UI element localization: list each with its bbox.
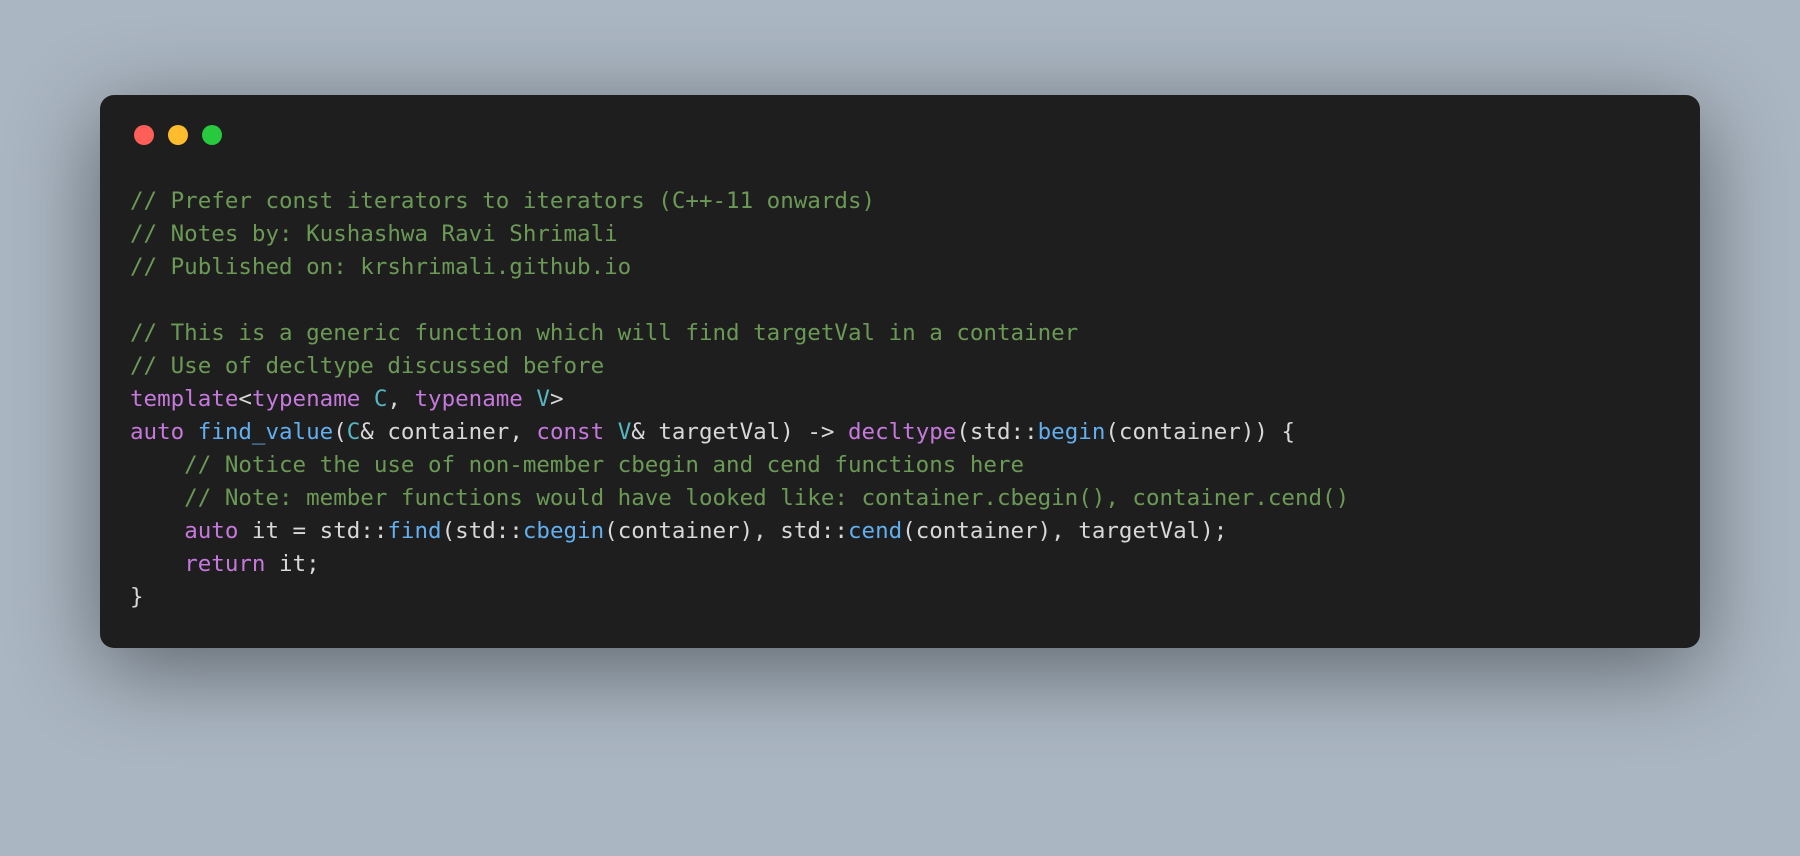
code-punct: ),	[740, 518, 781, 544]
code-punct: ),	[1038, 518, 1079, 544]
code-namespace: std	[455, 518, 496, 544]
code-punct: ,	[387, 386, 414, 412]
code-punct: ) ->	[780, 419, 848, 445]
code-function: find_value	[198, 419, 333, 445]
code-comment: // Notice the use of non-member cbegin a…	[130, 452, 1024, 478]
code-punct: &	[631, 419, 658, 445]
code-punct: ::	[1011, 419, 1038, 445]
code-identifier: container	[618, 518, 740, 544]
code-function: cbegin	[523, 518, 604, 544]
code-comment: // Note: member functions would have loo…	[130, 485, 1349, 511]
code-type: C	[360, 386, 387, 412]
code-identifier: container	[387, 419, 509, 445]
code-namespace: std	[320, 518, 361, 544]
code-keyword: typename	[252, 386, 360, 412]
code-keyword: auto	[130, 419, 184, 445]
code-space	[238, 518, 252, 544]
code-punct: (	[1105, 419, 1119, 445]
traffic-zoom-icon[interactable]	[202, 125, 222, 145]
code-keyword: decltype	[848, 419, 956, 445]
code-identifier: targetVal	[658, 419, 780, 445]
code-keyword: auto	[184, 518, 238, 544]
code-punct: ,	[509, 419, 536, 445]
code-indent	[130, 551, 184, 577]
code-punct: (	[956, 419, 970, 445]
code-punct: ::	[360, 518, 387, 544]
code-punct: ::	[821, 518, 848, 544]
code-comment: // Published on: krshrimali.github.io	[130, 254, 631, 280]
traffic-minimize-icon[interactable]	[168, 125, 188, 145]
code-keyword: template	[130, 386, 238, 412]
code-punct: )) {	[1241, 419, 1295, 445]
code-keyword: typename	[414, 386, 522, 412]
code-indent	[130, 518, 184, 544]
code-punct: <	[238, 386, 252, 412]
code-keyword: const	[536, 419, 604, 445]
code-punct: ::	[496, 518, 523, 544]
code-comment: // Notes by: Kushashwa Ravi Shrimali	[130, 221, 618, 247]
code-function: begin	[1038, 419, 1106, 445]
code-identifier: targetVal	[1078, 518, 1200, 544]
code-punct: }	[130, 584, 144, 610]
code-function: find	[387, 518, 441, 544]
code-punct: ;	[306, 551, 320, 577]
code-card-inner: // Prefer const iterators to iterators (…	[100, 95, 1700, 648]
code-punct: (	[604, 518, 618, 544]
code-punct: );	[1200, 518, 1227, 544]
code-block: // Prefer const iterators to iterators (…	[130, 185, 1670, 614]
code-card: // Prefer const iterators to iterators (…	[100, 95, 1700, 648]
code-namespace: std	[780, 518, 821, 544]
code-identifier: it	[252, 518, 279, 544]
code-type: V	[618, 419, 632, 445]
code-punct: &	[360, 419, 387, 445]
code-keyword: return	[184, 551, 265, 577]
traffic-close-icon[interactable]	[134, 125, 154, 145]
code-punct: (	[902, 518, 916, 544]
code-space	[265, 551, 279, 577]
code-function: cend	[848, 518, 902, 544]
code-type: V	[523, 386, 550, 412]
code-comment: // Prefer const iterators to iterators (…	[130, 188, 875, 214]
code-punct: >	[550, 386, 564, 412]
code-space	[604, 419, 618, 445]
code-comment: // This is a generic function which will…	[130, 320, 1078, 346]
code-punct: (	[333, 419, 347, 445]
code-type: C	[347, 419, 361, 445]
code-namespace: std	[970, 419, 1011, 445]
code-punct: (	[442, 518, 456, 544]
window-traffic-lights	[134, 125, 1670, 145]
code-comment: // Use of decltype discussed before	[130, 353, 604, 379]
code-identifier: it	[279, 551, 306, 577]
code-identifier: container	[916, 518, 1038, 544]
code-space	[184, 419, 198, 445]
code-identifier: container	[1119, 419, 1241, 445]
code-punct: =	[279, 518, 320, 544]
